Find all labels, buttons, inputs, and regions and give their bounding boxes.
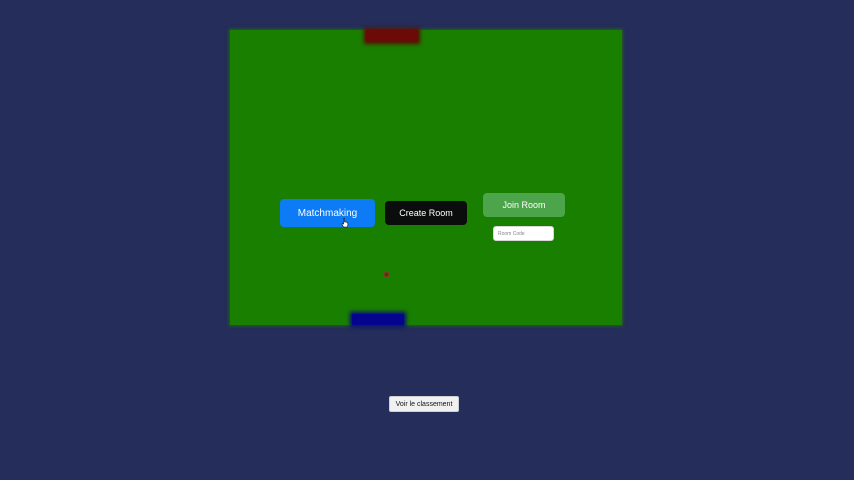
opponent-paddle [366, 30, 418, 42]
game-field: Matchmaking Create Room Join Room [230, 30, 622, 325]
ball-icon [383, 271, 390, 278]
room-code-input[interactable] [493, 226, 554, 241]
matchmaking-button[interactable]: Matchmaking [280, 199, 375, 227]
create-room-button[interactable]: Create Room [385, 201, 467, 225]
hand-pointer-icon [341, 218, 349, 228]
join-room-button[interactable]: Join Room [483, 193, 565, 217]
view-ranking-button[interactable]: Voir le classement [389, 396, 459, 412]
player-paddle [352, 314, 404, 325]
page: Matchmaking Create Room Join Room Voir l… [0, 0, 854, 480]
